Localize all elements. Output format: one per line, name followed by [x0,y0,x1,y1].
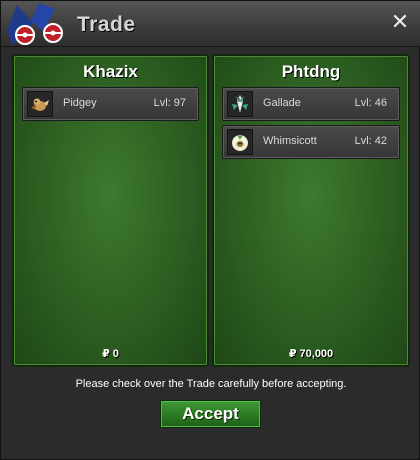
trade-panel-left: Khazix Pidgey Lvl: 97 ₽ 0 [12,54,209,367]
window-title: Trade [77,13,136,36]
title-bar[interactable]: Trade ✕ [1,1,420,47]
pokemon-level: Lvl: 46 [354,97,387,109]
pokemon-level: Lvl: 42 [354,135,387,147]
player-name-right: Phtdng [281,62,341,81]
pokemon-slot-whimsicott[interactable]: Whimsicott Lvl: 42 [222,125,400,159]
pokemon-slot-gallade[interactable]: Gallade Lvl: 46 [222,87,400,121]
trade-panel-right: Phtdng Gallade Lvl: 46 Whimsicott Lvl: 4… [212,54,410,367]
gallade-icon [227,91,253,117]
pokeball-logo-icon [7,3,63,45]
pokemon-name: Whimsicott [263,135,317,147]
trade-window: Trade ✕ Khazix Pidgey Lvl: 97 ₽ 0 Phtdng [0,0,420,460]
player-name-left: Khazix [83,62,138,81]
pidgey-icon [27,91,53,117]
pokemon-level: Lvl: 97 [153,97,186,109]
close-icon[interactable]: ✕ [389,11,411,33]
pokemon-name: Pidgey [63,97,97,109]
whimsicott-icon [227,129,253,155]
trade-notice: Please check over the Trade carefully be… [75,378,347,390]
accept-button[interactable]: Accept [160,400,261,428]
pokemon-name: Gallade [263,97,301,109]
money-offer-right: ₽ 70,000 [288,348,334,360]
pokemon-slot-pidgey[interactable]: Pidgey Lvl: 97 [22,87,199,121]
money-offer-left: ₽ 0 [102,348,119,360]
